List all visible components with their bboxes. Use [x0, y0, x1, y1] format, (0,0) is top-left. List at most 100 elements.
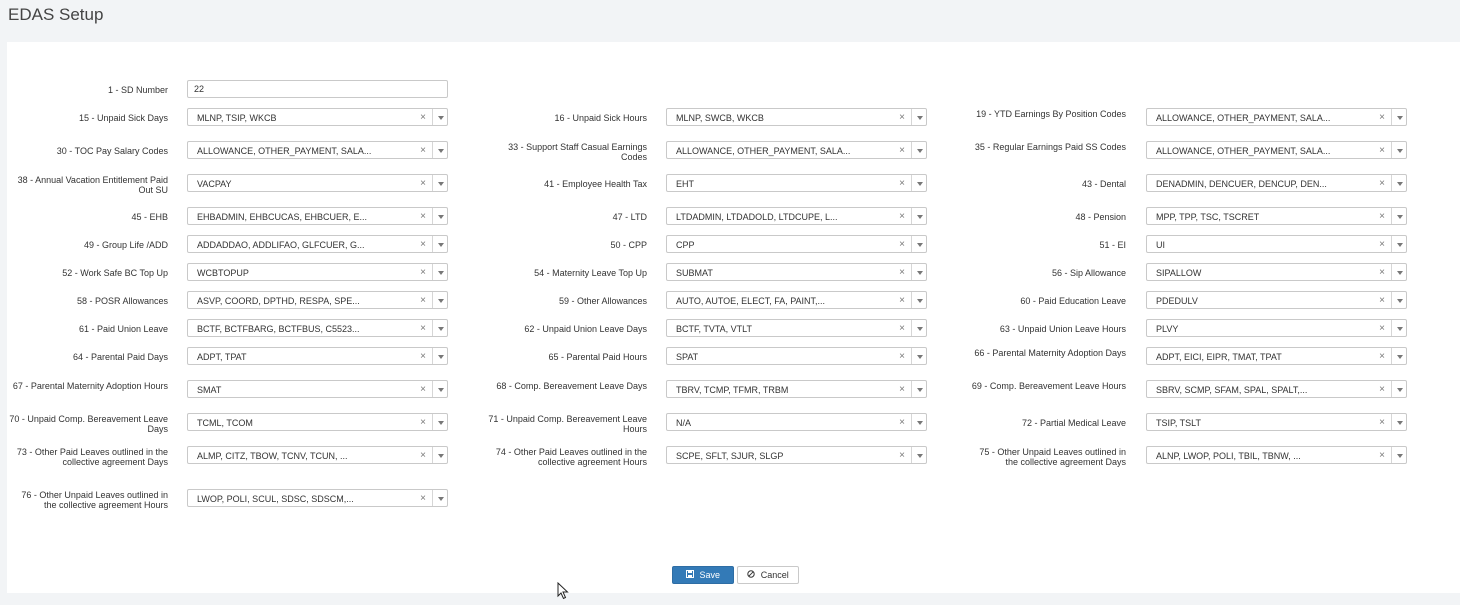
- select-56[interactable]: SIPALLOW ×: [1146, 263, 1407, 281]
- select-16[interactable]: MLNP, SWCB, WKCB ×: [666, 108, 927, 126]
- chevron-down-icon[interactable]: [1391, 320, 1406, 336]
- clear-icon[interactable]: ×: [420, 384, 426, 395]
- clear-icon[interactable]: ×: [420, 323, 426, 334]
- chevron-down-icon[interactable]: [911, 381, 926, 397]
- clear-icon[interactable]: ×: [1379, 178, 1385, 189]
- clear-icon[interactable]: ×: [1379, 267, 1385, 278]
- chevron-down-icon[interactable]: [911, 348, 926, 364]
- select-19[interactable]: ALLOWANCE, OTHER_PAYMENT, SALA... ×: [1146, 108, 1407, 126]
- clear-icon[interactable]: ×: [420, 351, 426, 362]
- chevron-down-icon[interactable]: [1391, 292, 1406, 308]
- select-30[interactable]: ALLOWANCE, OTHER_PAYMENT, SALA... ×: [187, 141, 448, 159]
- clear-icon[interactable]: ×: [1379, 211, 1385, 222]
- select-43[interactable]: DENADMIN, DENCUER, DENCUP, DEN... ×: [1146, 174, 1407, 192]
- select-68[interactable]: TBRV, TCMP, TFMR, TRBM ×: [666, 380, 927, 398]
- chevron-down-icon[interactable]: [911, 142, 926, 158]
- clear-icon[interactable]: ×: [899, 323, 905, 334]
- clear-icon[interactable]: ×: [899, 145, 905, 156]
- select-72[interactable]: TSIP, TSLT ×: [1146, 413, 1407, 431]
- chevron-down-icon[interactable]: [432, 264, 447, 280]
- clear-icon[interactable]: ×: [420, 493, 426, 504]
- select-38[interactable]: VACPAY ×: [187, 174, 448, 192]
- clear-icon[interactable]: ×: [899, 384, 905, 395]
- chevron-down-icon[interactable]: [911, 236, 926, 252]
- clear-icon[interactable]: ×: [1379, 450, 1385, 461]
- select-70[interactable]: TCML, TCOM ×: [187, 413, 448, 431]
- select-74[interactable]: SCPE, SFLT, SJUR, SLGP ×: [666, 446, 927, 464]
- select-61[interactable]: BCTF, BCTFBARG, BCTFBUS, C5523... ×: [187, 319, 448, 337]
- chevron-down-icon[interactable]: [1391, 175, 1406, 191]
- clear-icon[interactable]: ×: [1379, 351, 1385, 362]
- chevron-down-icon[interactable]: [1391, 236, 1406, 252]
- chevron-down-icon[interactable]: [911, 175, 926, 191]
- chevron-down-icon[interactable]: [911, 292, 926, 308]
- clear-icon[interactable]: ×: [899, 417, 905, 428]
- select-69[interactable]: SBRV, SCMP, SFAM, SPAL, SPALT,... ×: [1146, 380, 1407, 398]
- clear-icon[interactable]: ×: [420, 267, 426, 278]
- select-67[interactable]: SMAT ×: [187, 380, 448, 398]
- chevron-down-icon[interactable]: [432, 320, 447, 336]
- chevron-down-icon[interactable]: [432, 490, 447, 506]
- select-62[interactable]: BCTF, TVTA, VTLT ×: [666, 319, 927, 337]
- clear-icon[interactable]: ×: [899, 267, 905, 278]
- chevron-down-icon[interactable]: [1391, 109, 1406, 125]
- select-65[interactable]: SPAT ×: [666, 347, 927, 365]
- chevron-down-icon[interactable]: [432, 381, 447, 397]
- chevron-down-icon[interactable]: [911, 320, 926, 336]
- chevron-down-icon[interactable]: [911, 414, 926, 430]
- clear-icon[interactable]: ×: [1379, 417, 1385, 428]
- select-52[interactable]: WCBTOPUP ×: [187, 263, 448, 281]
- select-73[interactable]: ALMP, CITZ, TBOW, TCNV, TCUN, ... ×: [187, 446, 448, 464]
- clear-icon[interactable]: ×: [1379, 112, 1385, 123]
- chevron-down-icon[interactable]: [432, 414, 447, 430]
- clear-icon[interactable]: ×: [420, 417, 426, 428]
- select-76[interactable]: LWOP, POLI, SCUL, SDSC, SDSCM,... ×: [187, 489, 448, 507]
- clear-icon[interactable]: ×: [1379, 145, 1385, 156]
- select-45[interactable]: EHBADMIN, EHBCUCAS, EHBCUER, E... ×: [187, 207, 448, 225]
- chevron-down-icon[interactable]: [1391, 264, 1406, 280]
- chevron-down-icon[interactable]: [1391, 142, 1406, 158]
- clear-icon[interactable]: ×: [420, 450, 426, 461]
- chevron-down-icon[interactable]: [432, 236, 447, 252]
- clear-icon[interactable]: ×: [899, 112, 905, 123]
- clear-icon[interactable]: ×: [1379, 295, 1385, 306]
- select-35[interactable]: ALLOWANCE, OTHER_PAYMENT, SALA... ×: [1146, 141, 1407, 159]
- clear-icon[interactable]: ×: [1379, 239, 1385, 250]
- select-41[interactable]: EHT ×: [666, 174, 927, 192]
- chevron-down-icon[interactable]: [911, 109, 926, 125]
- select-66[interactable]: ADPT, EICI, EIPR, TMAT, TPAT ×: [1146, 347, 1407, 365]
- select-49[interactable]: ADDADDAO, ADDLIFAO, GLFCUER, G... ×: [187, 235, 448, 253]
- chevron-down-icon[interactable]: [1391, 348, 1406, 364]
- clear-icon[interactable]: ×: [420, 239, 426, 250]
- clear-icon[interactable]: ×: [899, 211, 905, 222]
- chevron-down-icon[interactable]: [432, 348, 447, 364]
- clear-icon[interactable]: ×: [899, 295, 905, 306]
- clear-icon[interactable]: ×: [420, 178, 426, 189]
- clear-icon[interactable]: ×: [420, 295, 426, 306]
- clear-icon[interactable]: ×: [899, 450, 905, 461]
- select-59[interactable]: AUTO, AUTOE, ELECT, FA, PAINT,... ×: [666, 291, 927, 309]
- clear-icon[interactable]: ×: [899, 351, 905, 362]
- chevron-down-icon[interactable]: [432, 142, 447, 158]
- clear-icon[interactable]: ×: [1379, 323, 1385, 334]
- clear-icon[interactable]: ×: [420, 112, 426, 123]
- chevron-down-icon[interactable]: [911, 447, 926, 463]
- select-75[interactable]: ALNP, LWOP, POLI, TBIL, TBNW, ... ×: [1146, 446, 1407, 464]
- select-64[interactable]: ADPT, TPAT ×: [187, 347, 448, 365]
- chevron-down-icon[interactable]: [432, 292, 447, 308]
- select-60[interactable]: PDEDULV ×: [1146, 291, 1407, 309]
- chevron-down-icon[interactable]: [1391, 208, 1406, 224]
- chevron-down-icon[interactable]: [1391, 414, 1406, 430]
- cancel-button[interactable]: Cancel: [737, 566, 799, 584]
- clear-icon[interactable]: ×: [1379, 384, 1385, 395]
- chevron-down-icon[interactable]: [1391, 447, 1406, 463]
- select-51[interactable]: UI ×: [1146, 235, 1407, 253]
- select-15[interactable]: MLNP, TSIP, WKCB ×: [187, 108, 448, 126]
- clear-icon[interactable]: ×: [899, 178, 905, 189]
- select-33[interactable]: ALLOWANCE, OTHER_PAYMENT, SALA... ×: [666, 141, 927, 159]
- chevron-down-icon[interactable]: [1391, 381, 1406, 397]
- select-48[interactable]: MPP, TPP, TSC, TSCRET ×: [1146, 207, 1407, 225]
- chevron-down-icon[interactable]: [432, 447, 447, 463]
- select-54[interactable]: SUBMAT ×: [666, 263, 927, 281]
- chevron-down-icon[interactable]: [432, 109, 447, 125]
